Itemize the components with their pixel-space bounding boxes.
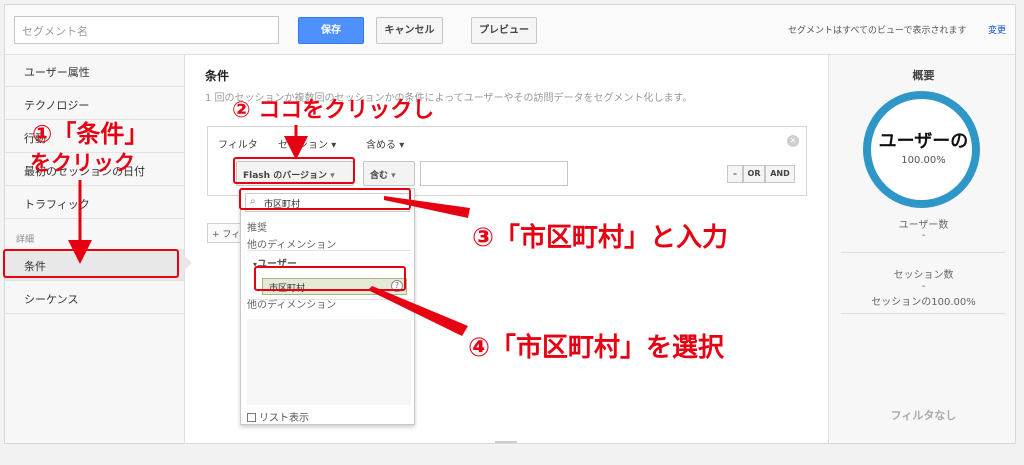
annotation-step4: ④「市区町村」を選択 (468, 333, 725, 363)
annotation-step2: ② ココをクリックし (232, 98, 435, 123)
annotation-step1-line1: ①「条件」 (32, 120, 149, 148)
annotation-step1-line2: をクリック (30, 151, 135, 175)
annotation-step3: ③「市区町村」と入力 (472, 223, 729, 253)
arrow-step3 (384, 196, 470, 218)
arrow-step4 (368, 286, 468, 336)
